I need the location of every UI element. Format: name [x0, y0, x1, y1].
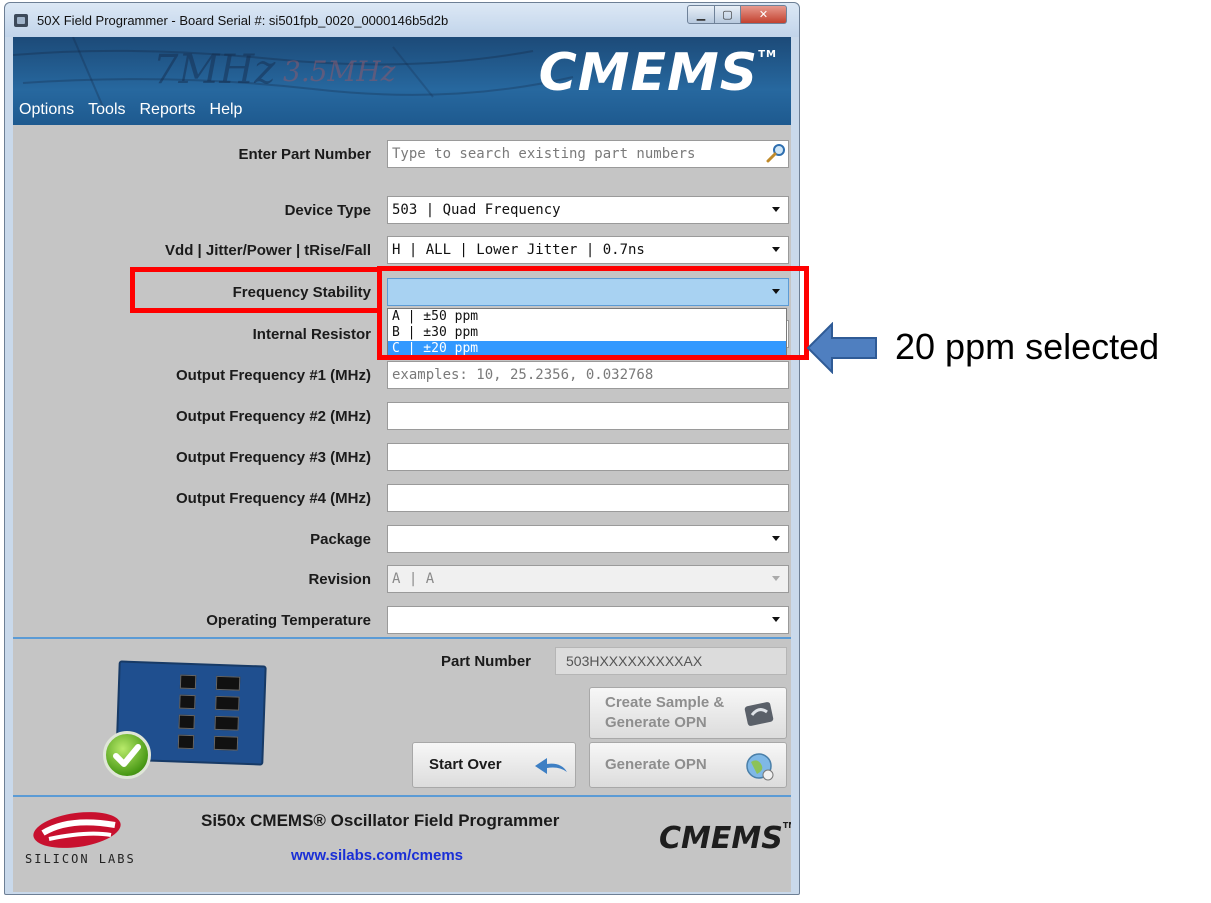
title-bar[interactable]: 50X Field Programmer - Board Serial #: s… [5, 3, 799, 37]
package-label: Package [310, 531, 371, 548]
part-number-search-row: Enter Part Number Type to search existin… [13, 140, 791, 170]
board-chip [179, 694, 196, 710]
maximize-button[interactable]: ▢ [715, 5, 741, 24]
output-frequency-3-label: Output Frequency #3 (MHz) [175, 449, 371, 466]
part-number-search-input[interactable]: Type to search existing part numbers [387, 140, 789, 168]
output-frequency-3-input[interactable] [387, 443, 789, 471]
revision-select[interactable]: A | A [387, 565, 789, 593]
start-over-button[interactable]: Start Over [412, 742, 576, 788]
create-sample-label: Create Sample & Generate OPN [605, 693, 724, 733]
board-chip [215, 675, 241, 691]
chevron-down-icon [772, 247, 780, 252]
close-icon: ✕ [758, 8, 769, 21]
footer-link[interactable]: www.silabs.com/cmems [291, 847, 463, 864]
annotation-text: 20 ppm selected [895, 326, 1160, 367]
close-button[interactable]: ✕ [741, 5, 787, 24]
annotation-arrow-icon [806, 322, 877, 374]
menu-options[interactable]: Options [13, 99, 81, 121]
chevron-down-icon [772, 207, 780, 212]
part-number-label: Part Number [441, 653, 532, 670]
internal-resistor-label: Internal Resistor [252, 326, 371, 343]
app-icon [14, 14, 28, 27]
create-sample-button[interactable]: Create Sample & Generate OPN [589, 687, 787, 739]
generate-opn-button[interactable]: Generate OPN [589, 742, 787, 788]
search-icon[interactable] [765, 143, 787, 163]
output-frequency-4-input[interactable] [387, 484, 789, 512]
app-window: 50X Field Programmer - Board Serial #: s… [4, 2, 800, 895]
output-frequency-2-label: Output Frequency #2 (MHz) [175, 408, 371, 425]
board-chip [178, 714, 195, 730]
highlight-box-label [130, 267, 382, 313]
silicon-labs-wordmark: SILICON LABS [25, 852, 136, 866]
vdd-row: Vdd | Jitter/Power | tRise/Fall H | ALL … [13, 236, 791, 266]
device-type-row: Device Type 503 | Quad Frequency [13, 196, 791, 226]
device-type-select[interactable]: 503 | Quad Frequency [387, 196, 789, 224]
part-number-search-label: Enter Part Number [238, 146, 371, 163]
globe-icon [746, 753, 774, 781]
window-title: 50X Field Programmer - Board Serial #: s… [37, 13, 449, 28]
highlight-box-dropdown [377, 266, 809, 360]
board-chip [177, 734, 195, 750]
app-client-area: 7MHz 3.5MHz CMEMSTM Options Tools Report… [13, 37, 791, 892]
checkmark-glyph [113, 744, 141, 767]
package-select[interactable] [387, 525, 789, 553]
output-frequency-4-label: Output Frequency #4 (MHz) [175, 490, 371, 507]
header-banner: 7MHz 3.5MHz CMEMSTM Options Tools Report… [13, 37, 791, 125]
banner-scribble: 3.5MHz [283, 55, 396, 88]
board-chip [179, 674, 197, 690]
operating-temperature-label: Operating Temperature [206, 612, 371, 629]
board-chip [215, 695, 240, 711]
part-number-output: 503HXXXXXXXXXAX [555, 647, 787, 675]
menu-help[interactable]: Help [203, 99, 250, 121]
checkmark-icon [103, 731, 151, 779]
chip-icon [744, 702, 774, 726]
revision-label: Revision [308, 571, 371, 588]
output-frequency-2-input[interactable] [387, 402, 789, 430]
output-frequency-1-label: Output Frequency #1 (MHz) [175, 367, 371, 384]
output-frequency-4-row: Output Frequency #4 (MHz) [13, 484, 791, 514]
footer-cmems-logo: CMEMSTM [659, 821, 791, 856]
footer-divider [13, 795, 791, 797]
output-frequency-1-row: Output Frequency #1 (MHz) examples: 10, … [13, 361, 791, 391]
menu-tools[interactable]: Tools [81, 99, 132, 121]
chevron-down-icon [772, 617, 780, 622]
start-over-label: Start Over [429, 756, 502, 773]
revision-row: Revision A | A [13, 565, 791, 595]
silicon-labs-logo-icon [33, 812, 121, 848]
banner-scribble: 7MHz [153, 47, 276, 93]
cmems-logo: CMEMSTM [538, 43, 777, 103]
minimize-button[interactable]: ▁ [687, 5, 715, 24]
chevron-down-icon [772, 536, 780, 541]
maximize-icon: ▢ [722, 8, 733, 21]
back-arrow-icon [535, 758, 567, 774]
operating-temperature-row: Operating Temperature [13, 606, 791, 636]
vdd-select[interactable]: H | ALL | Lower Jitter | 0.7ns [387, 236, 789, 264]
footer-title: Si50x CMEMS® Oscillator Field Programmer [201, 811, 560, 830]
output-frequency-2-row: Output Frequency #2 (MHz) [13, 402, 791, 432]
device-type-label: Device Type [284, 202, 371, 219]
output-frequency-3-row: Output Frequency #3 (MHz) [13, 443, 791, 473]
minimize-icon: ▁ [696, 8, 706, 21]
board-chip [213, 735, 239, 751]
menu-bar: Options Tools Reports Help [13, 99, 249, 121]
operating-temperature-select[interactable] [387, 606, 789, 634]
window-controls: ▁ ▢ ✕ [687, 5, 787, 25]
menu-reports[interactable]: Reports [133, 99, 203, 121]
section-divider [13, 637, 791, 639]
board-chip [214, 715, 239, 731]
create-sample-label-line1: Create Sample & [605, 694, 725, 711]
vdd-label: Vdd | Jitter/Power | tRise/Fall [165, 242, 371, 259]
generate-opn-label: Generate OPN [605, 756, 707, 773]
chevron-down-icon [772, 576, 780, 581]
create-sample-label-line2: Generate OPN [605, 714, 707, 731]
package-row: Package [13, 525, 791, 555]
output-frequency-1-input[interactable]: examples: 10, 25.2356, 0.032768 [387, 361, 789, 389]
